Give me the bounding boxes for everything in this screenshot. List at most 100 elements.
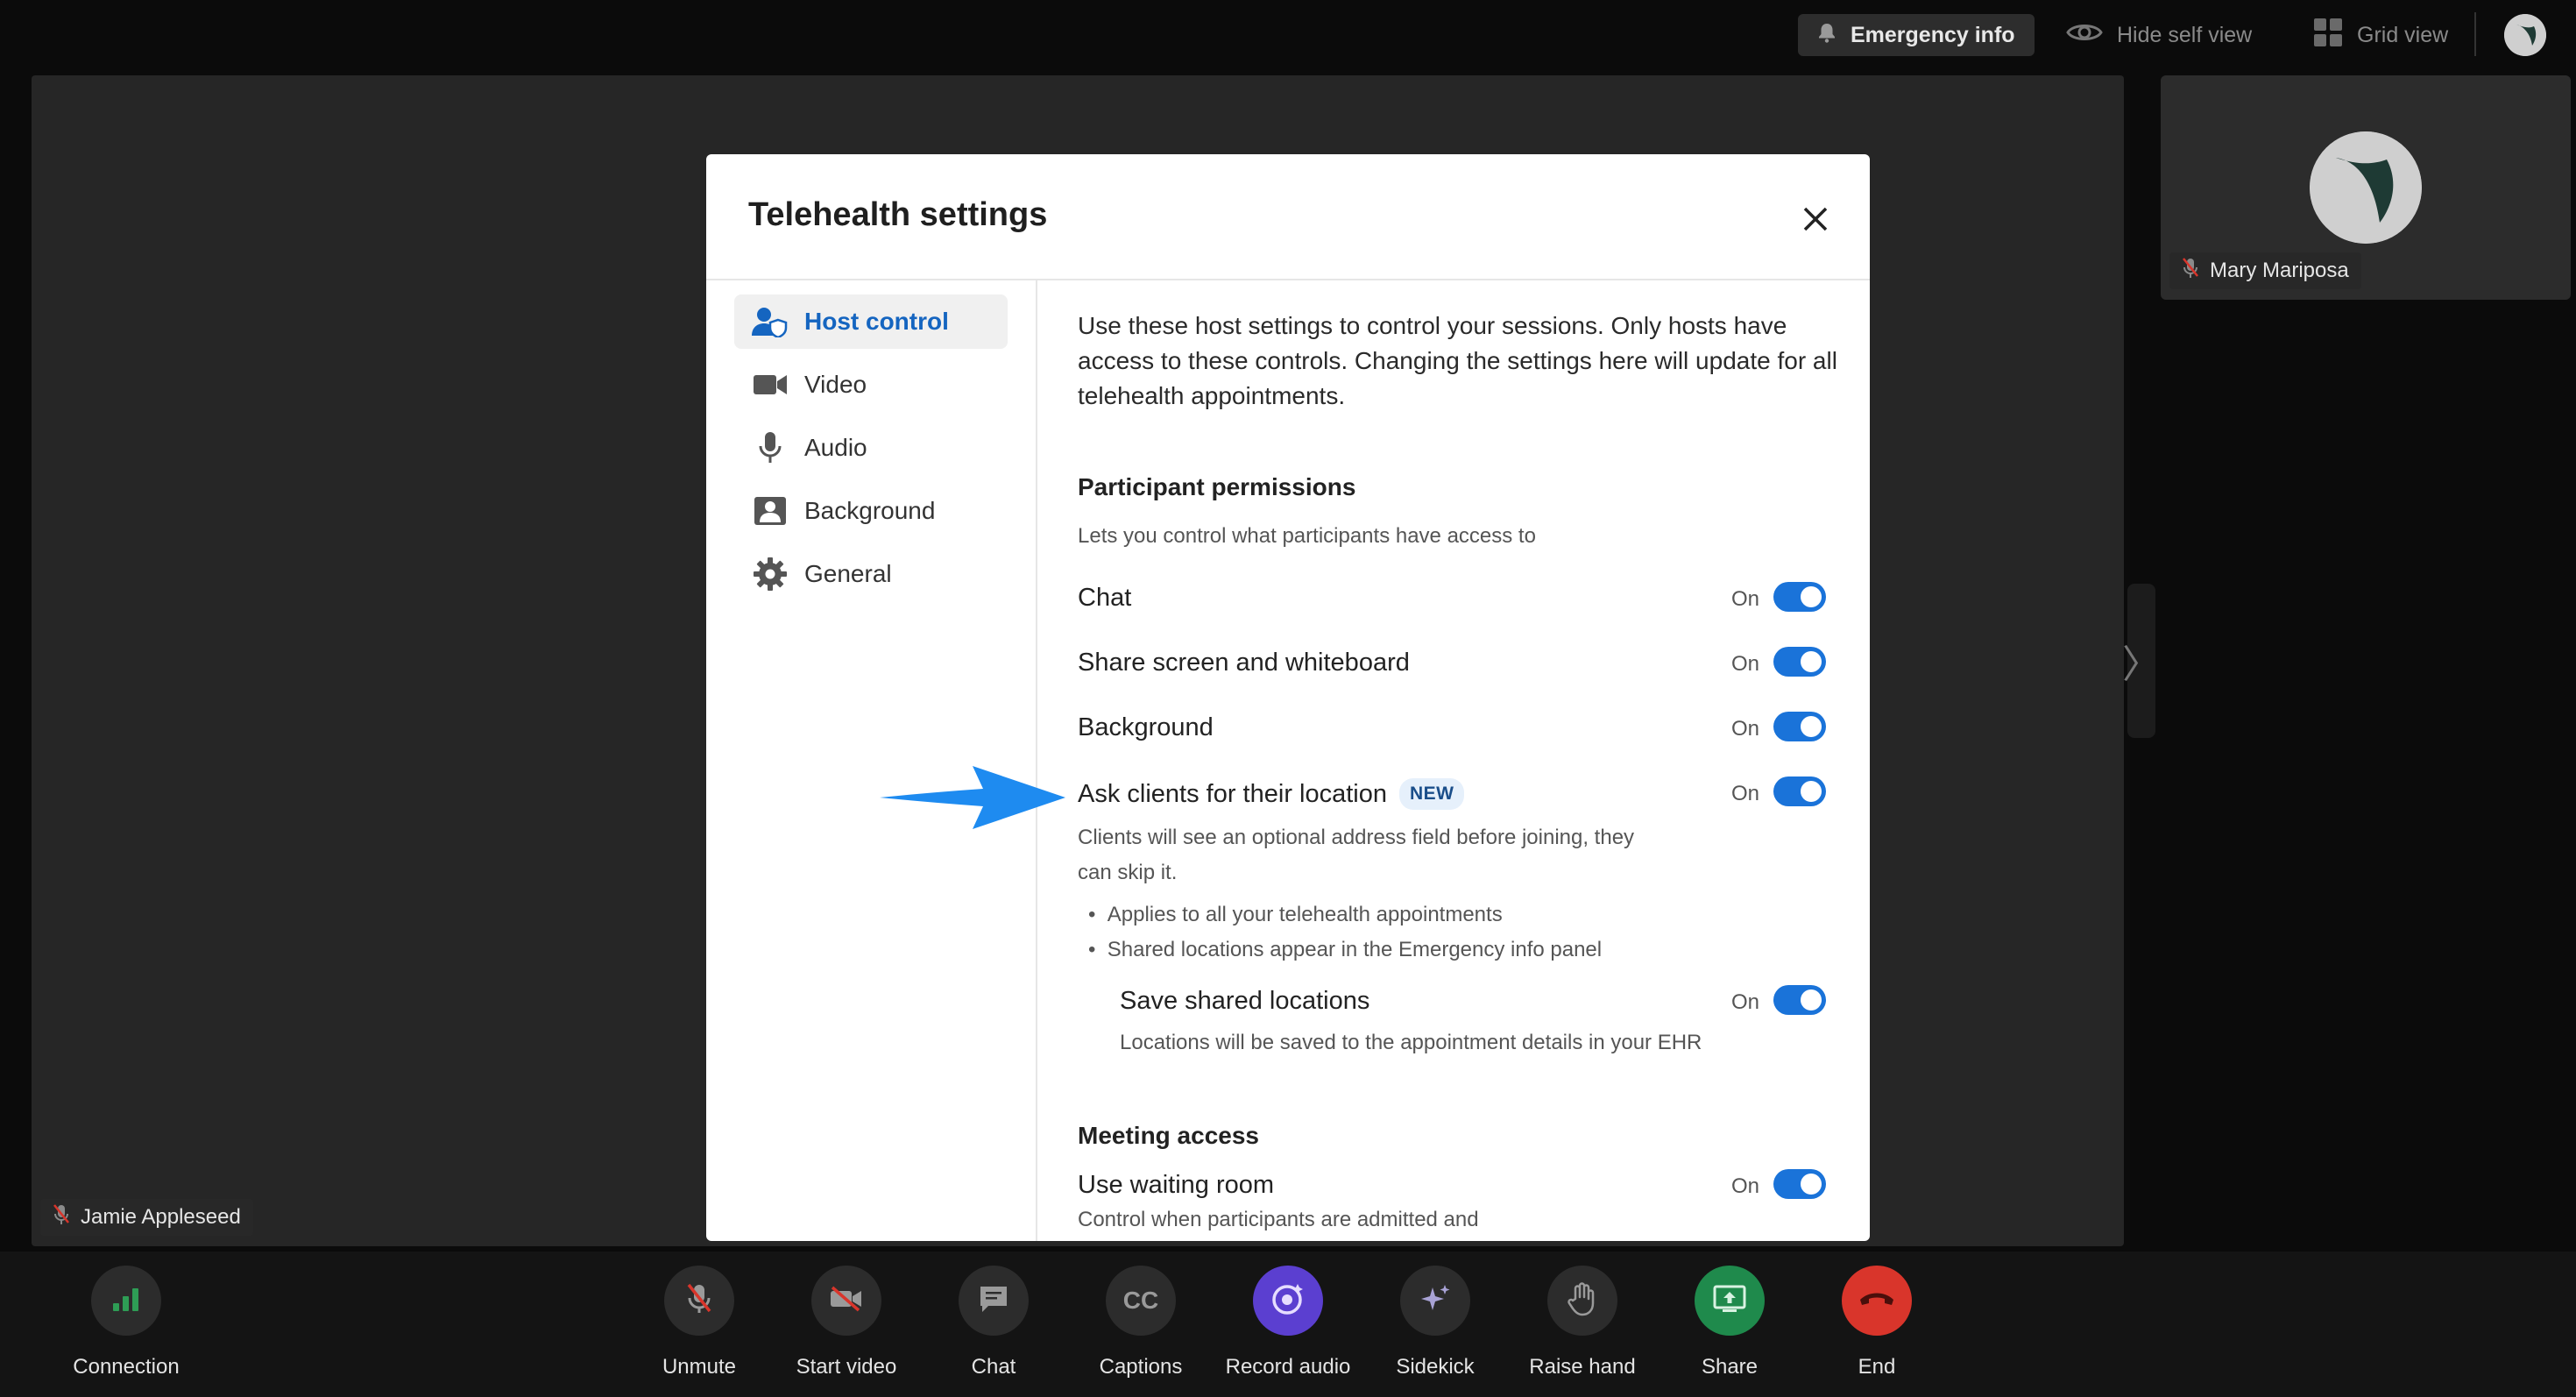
- record-audio-circle: [1253, 1266, 1323, 1336]
- sidekick-button[interactable]: Sidekick: [1365, 1266, 1505, 1379]
- record-icon: [1270, 1280, 1306, 1322]
- nav-item-host-control[interactable]: Host control: [734, 294, 1008, 349]
- topbar-divider: [2474, 12, 2476, 56]
- share-screen-icon: [1712, 1284, 1747, 1318]
- host-settings-intro: Use these host settings to control your …: [1078, 312, 1837, 409]
- captions-button[interactable]: CC Captions: [1071, 1266, 1211, 1379]
- save-locations-desc: Locations will be saved to the appointme…: [1120, 1031, 1702, 1054]
- sidekick-circle: [1400, 1266, 1470, 1336]
- record-audio-label: Record audio: [1225, 1355, 1351, 1379]
- sparkle-icon: [1419, 1282, 1452, 1320]
- waiting-room-desc: Control when participants are admitted a…: [1078, 1208, 1479, 1231]
- chat-circle: [959, 1266, 1029, 1336]
- location-bullet-2: • Shared locations appear in the Emergen…: [1088, 938, 1603, 961]
- captions-label: Captions: [1099, 1355, 1183, 1379]
- emergency-info-label: Emergency info: [1851, 22, 2015, 47]
- top-bar: Emergency info Hide self view Grid view: [0, 0, 2576, 70]
- remote-avatar: [2310, 131, 2422, 244]
- nav-item-label: Background: [804, 497, 936, 524]
- user-avatar[interactable]: [2504, 14, 2546, 56]
- eye-icon: [2066, 20, 2103, 51]
- chat-permission-state: On: [1731, 587, 1760, 611]
- captions-circle: CC: [1106, 1266, 1176, 1336]
- chat-icon: [978, 1284, 1009, 1318]
- control-bar: Connection Unmute Start video Chat CC Ca…: [0, 1252, 2576, 1397]
- nav-item-video[interactable]: Video: [734, 358, 1008, 412]
- save-locations-label: Save shared locations: [1120, 987, 1370, 1015]
- hang-up-icon: [1858, 1289, 1896, 1313]
- close-button[interactable]: [1789, 195, 1842, 247]
- hide-self-view-label: Hide self view: [2117, 22, 2253, 47]
- ask-location-desc-line1: Clients will see an optional address fie…: [1078, 826, 1635, 849]
- start-video-label: Start video: [796, 1355, 897, 1379]
- bell-icon: [1817, 22, 1836, 49]
- ask-location-toggle[interactable]: [1773, 777, 1826, 806]
- raise-hand-button[interactable]: Raise hand: [1512, 1266, 1652, 1379]
- remote-participant-tile[interactable]: Mary Mariposa: [2161, 75, 2571, 300]
- start-video-button[interactable]: Start video: [776, 1266, 916, 1379]
- end-call-circle: [1842, 1266, 1912, 1336]
- telehealth-settings-dialog: Telehealth settings Host control Video A…: [706, 154, 1870, 1241]
- nav-item-background[interactable]: Background: [734, 484, 1008, 538]
- start-video-circle: [811, 1266, 881, 1336]
- share-label: Share: [1701, 1355, 1759, 1379]
- background-permission-label: Background: [1078, 713, 1214, 741]
- waiting-room-state: On: [1731, 1174, 1760, 1198]
- dialog-header: Telehealth settings: [706, 154, 1870, 280]
- participant-permissions-heading: Participant permissions: [1078, 473, 1356, 500]
- background-permission-toggle[interactable]: [1773, 712, 1826, 741]
- save-locations-toggle[interactable]: [1773, 985, 1826, 1015]
- unmute-button[interactable]: Unmute: [629, 1266, 769, 1379]
- muted-mic-icon: [686, 1282, 712, 1320]
- side-panel-toggle[interactable]: 〉: [2122, 584, 2161, 738]
- connection-label: Connection: [73, 1355, 180, 1379]
- remote-participant-tag: Mary Mariposa: [2169, 252, 2361, 289]
- raise-hand-circle: [1547, 1266, 1617, 1336]
- ask-location-row: Ask clients for their location NEW: [1078, 778, 1465, 810]
- grid-icon: [2313, 18, 2343, 53]
- save-locations-state: On: [1731, 990, 1760, 1014]
- share-button[interactable]: Share: [1660, 1266, 1800, 1379]
- share-screen-permission-state: On: [1731, 652, 1760, 676]
- chat-permission-toggle[interactable]: [1773, 582, 1826, 612]
- settings-nav: Host control Video Audio Background Gene…: [706, 280, 1037, 1241]
- chevron-right-icon: 〉: [2122, 643, 2161, 686]
- remote-participant-name: Mary Mariposa: [2210, 259, 2349, 282]
- new-badge: NEW: [1398, 778, 1465, 810]
- location-bullet-1: • Applies to all your telehealth appoint…: [1088, 903, 1503, 926]
- local-participant-tag: Jamie Appleseed: [40, 1199, 253, 1236]
- chat-button[interactable]: Chat: [924, 1266, 1064, 1379]
- chat-label: Chat: [971, 1355, 1016, 1379]
- ask-location-state: On: [1731, 782, 1760, 805]
- gear-icon: [752, 556, 789, 592]
- nav-item-audio[interactable]: Audio: [734, 421, 1008, 475]
- nav-item-label: Audio: [804, 434, 867, 461]
- share-screen-permission-toggle[interactable]: [1773, 647, 1826, 677]
- connection-button[interactable]: Connection: [56, 1266, 196, 1379]
- participant-permissions-subtitle: Lets you control what participants have …: [1078, 524, 1536, 548]
- end-call-label: End: [1858, 1355, 1896, 1379]
- nav-item-general[interactable]: General: [734, 547, 1008, 601]
- location-bullet-2-text: Shared locations appear in the Emergency…: [1107, 938, 1603, 961]
- microphone-icon: [752, 429, 789, 466]
- share-screen-permission-label: Share screen and whiteboard: [1078, 649, 1410, 677]
- nav-item-label: General: [804, 560, 892, 587]
- grid-view-button[interactable]: Grid view: [2313, 16, 2448, 54]
- waiting-room-label: Use waiting room: [1078, 1171, 1275, 1199]
- connection-circle: [91, 1266, 161, 1336]
- signal-icon: [111, 1286, 141, 1316]
- close-icon: [1802, 206, 1829, 237]
- end-call-button[interactable]: End: [1807, 1266, 1947, 1379]
- share-circle: [1695, 1266, 1765, 1336]
- record-audio-button[interactable]: Record audio: [1218, 1266, 1358, 1379]
- background-icon: [752, 493, 789, 529]
- hide-self-view-button[interactable]: Hide self view: [2066, 16, 2252, 54]
- hand-icon: [1567, 1281, 1598, 1321]
- chat-permission-label: Chat: [1078, 584, 1132, 612]
- waiting-room-toggle[interactable]: [1773, 1169, 1826, 1199]
- location-bullet-1-text: Applies to all your telehealth appointme…: [1107, 903, 1503, 926]
- emergency-info-button[interactable]: Emergency info: [1798, 14, 2035, 56]
- nav-item-label: Host control: [804, 308, 949, 335]
- ask-location-label: Ask clients for their location: [1078, 780, 1387, 808]
- video-icon: [752, 366, 789, 403]
